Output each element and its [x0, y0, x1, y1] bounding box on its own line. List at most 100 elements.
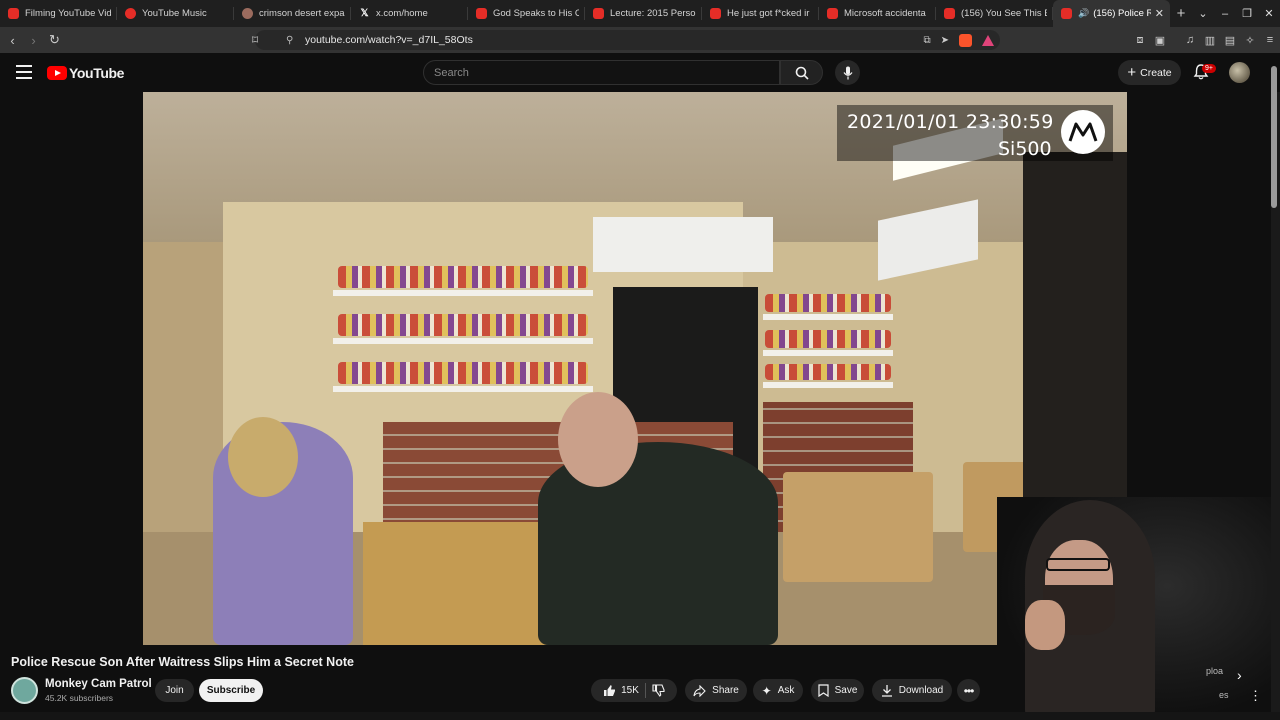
x-icon: 𝕏: [360, 8, 369, 19]
youtube-icon: [827, 8, 838, 19]
speaker-icon[interactable]: 🔊: [1078, 8, 1089, 19]
youtube-icon: [1061, 8, 1072, 19]
video-player[interactable]: 2021/01/01 23:30:59 Si500: [143, 92, 1127, 645]
video-scene: [783, 472, 933, 582]
download-button[interactable]: Download: [872, 679, 952, 702]
browser-tab[interactable]: (156) You See This B: [936, 0, 1053, 27]
video-scene: [765, 364, 891, 380]
youtube-icon: [593, 8, 604, 19]
youtube-header: YouTube Search + Create: [0, 53, 1280, 92]
sparkle-icon: ✦: [761, 683, 772, 698]
save-button[interactable]: Save: [811, 679, 864, 702]
youtube-icon: [944, 8, 955, 19]
close-tab-icon[interactable]: ✕: [1155, 7, 1164, 20]
search-button[interactable]: [780, 60, 823, 85]
browser-tab[interactable]: He just got f*cked ir: [702, 0, 819, 27]
webcam-overlay: [1025, 600, 1065, 650]
youtube-play-icon: [47, 66, 67, 80]
side-text: es: [1219, 690, 1229, 700]
share-button[interactable]: Share: [685, 679, 747, 702]
share-icon: [693, 684, 706, 697]
more-vertical-icon[interactable]: ⋮: [1249, 688, 1262, 704]
youtube-logo[interactable]: YouTube: [47, 65, 124, 81]
extensions-icon[interactable]: ⧈: [1130, 34, 1150, 47]
send-icon[interactable]: ➤: [941, 35, 949, 46]
url-field[interactable]: ⌑ ⚲ youtube.com/watch?v=_d7IL_58Ots ⧉ ➤: [252, 30, 1000, 50]
notification-badge: 9+: [1202, 64, 1216, 73]
new-tab-button[interactable]: +: [1170, 5, 1192, 22]
bodycam-device-id: Si500: [998, 138, 1052, 160]
browser-tab[interactable]: 𝕏x.com/home: [351, 0, 468, 27]
voice-search-button[interactable]: [835, 60, 860, 85]
browser-tab[interactable]: crimson desert expa: [234, 0, 351, 27]
browser-tab[interactable]: God Speaks to His C: [468, 0, 585, 27]
subscriber-count: 45.2K subscribers: [45, 693, 114, 703]
video-scene: [338, 314, 588, 336]
leo-icon[interactable]: ✧: [1240, 34, 1260, 47]
browser-tab-active[interactable]: 🔊 (156) Police R ✕: [1053, 0, 1170, 27]
subscribe-button[interactable]: Subscribe: [199, 679, 263, 702]
video-scene: [333, 338, 593, 344]
close-window-icon[interactable]: ✕: [1258, 7, 1280, 20]
scrollbar-thumb[interactable]: [1271, 66, 1277, 208]
microphone-icon: [843, 66, 852, 79]
bookmark-save-icon: [817, 684, 829, 697]
bookmark-icon[interactable]: ⌑: [252, 33, 258, 47]
plus-icon: +: [1127, 64, 1137, 81]
browser-tab[interactable]: YouTube Music: [117, 0, 234, 27]
youtube-icon: [8, 8, 19, 19]
menu-icon[interactable]: ≡: [1260, 34, 1280, 46]
more-horizontal-icon: •••: [963, 683, 975, 698]
download-icon: [881, 685, 892, 697]
wallet-icon[interactable]: ▣: [1150, 34, 1170, 47]
hamburger-menu-icon[interactable]: [16, 65, 32, 79]
video-scene: [763, 350, 893, 356]
browser-tab[interactable]: Microsoft accidenta: [819, 0, 936, 27]
video-title: Police Rescue Son After Waitress Slips H…: [11, 655, 354, 669]
bodycam-timestamp: 2021/01/01 23:30:59: [847, 111, 1054, 133]
reload-icon[interactable]: ↻: [44, 32, 65, 48]
minimize-icon[interactable]: –: [1214, 8, 1236, 20]
like-dislike-group: 15K: [591, 679, 677, 702]
music-icon[interactable]: ♫: [1180, 34, 1200, 46]
brave-rewards-icon[interactable]: [982, 34, 994, 46]
search-input[interactable]: Search: [423, 60, 780, 85]
channel-name[interactable]: Monkey Cam Patrol: [45, 678, 152, 690]
join-button[interactable]: Join: [155, 679, 194, 702]
video-scene: [593, 217, 773, 272]
site-info-icon[interactable]: ⚲: [286, 35, 293, 46]
youtube-icon: [476, 8, 487, 19]
back-icon[interactable]: ‹: [2, 33, 23, 48]
thumbs-up-icon: [604, 685, 616, 696]
brave-shields-icon[interactable]: [959, 33, 972, 47]
like-button[interactable]: 15K: [603, 684, 639, 697]
youtube-music-icon: [125, 8, 136, 19]
web-icon: [242, 8, 253, 19]
bottom-strip: [0, 712, 1280, 720]
video-scene: [558, 392, 638, 487]
tab-search-icon[interactable]: ⌄: [1192, 7, 1214, 20]
motorola-logo-icon: [1061, 110, 1105, 154]
more-actions-button[interactable]: •••: [957, 679, 980, 702]
thumbs-down-icon[interactable]: [652, 684, 665, 697]
video-scene: [338, 266, 588, 288]
ask-button[interactable]: ✦ Ask: [753, 679, 803, 702]
forward-icon[interactable]: ›: [23, 33, 44, 48]
browser-tab[interactable]: Filming YouTube Vid: [0, 0, 117, 27]
video-scene: [763, 314, 893, 320]
video-scene: [333, 386, 593, 392]
account-avatar[interactable]: [1229, 62, 1250, 83]
chevron-right-icon[interactable]: ›: [1237, 667, 1242, 683]
browser-tab[interactable]: Lecture: 2015 Perso: [585, 0, 702, 27]
video-scene: [765, 294, 891, 312]
video-scene: [228, 417, 298, 497]
sidebar-icon[interactable]: ▥: [1200, 34, 1220, 47]
youtube-icon: [710, 8, 721, 19]
webcam-overlay: [1046, 558, 1110, 571]
maximize-icon[interactable]: ❐: [1236, 7, 1258, 20]
create-button[interactable]: + Create: [1118, 60, 1181, 85]
wallet2-icon[interactable]: ▤: [1220, 34, 1240, 47]
open-external-icon[interactable]: ⧉: [923, 35, 930, 46]
channel-avatar[interactable]: [11, 677, 38, 704]
video-scene: [765, 330, 891, 348]
